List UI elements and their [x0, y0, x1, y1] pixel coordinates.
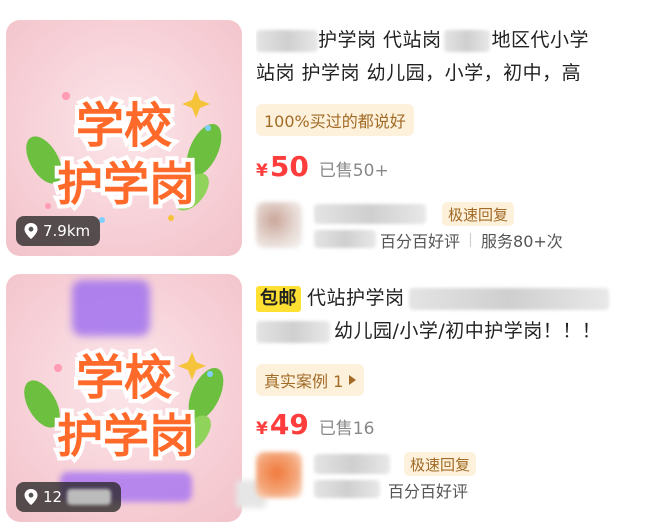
distance-badge: 7.9km	[16, 216, 101, 246]
seller-sub-redacted	[314, 480, 380, 498]
play-triangle-icon	[349, 375, 357, 385]
seller-meta: 百分百好评	[388, 482, 469, 501]
seller-row[interactable]: 极速回复 百分百好评 服务80+次	[256, 202, 656, 252]
redacted-text	[408, 287, 609, 310]
price-row: ¥49 已售16	[256, 408, 374, 441]
seller-row[interactable]: 极速回复 百分百好评	[256, 452, 656, 502]
review-tag: 100%买过的都说好	[256, 104, 414, 136]
sold-count: 已售50+	[318, 161, 389, 181]
fast-reply-badge: 极速回复	[404, 452, 477, 476]
redacted-text	[443, 29, 490, 52]
listing-card[interactable]: 学校 护学岗 12 包邮 代站护学岗 幼儿园/小学/初中护学岗！！！ 真实案例 1…	[0, 268, 660, 525]
redacted-text	[256, 29, 318, 52]
listing-thumbnail[interactable]: 学校 护学岗 7.9km	[6, 20, 242, 256]
listing-title[interactable]: 护学岗 代站岗 地区代小学 站岗 护学岗 幼儿园，小学，初中，高	[256, 24, 652, 90]
sold-count: 已售16	[318, 419, 375, 439]
svg-text:护学岗: 护学岗	[57, 157, 195, 211]
listing-thumbnail[interactable]: 学校 护学岗 12	[6, 274, 242, 522]
svg-text:护学岗: 护学岗	[57, 409, 195, 463]
listing-card[interactable]: 学校 护学岗 7.9km 护学岗 代站岗 地区代小学 站岗 护学岗 幼儿园，小学，…	[0, 0, 660, 262]
distance-text: 7.9km	[43, 222, 91, 240]
listing-title[interactable]: 包邮 代站护学岗 幼儿园/小学/初中护学岗！！！	[256, 282, 652, 348]
seller-sub-redacted	[314, 230, 376, 248]
case-study-tag[interactable]: 真实案例 1	[256, 364, 365, 396]
price: ¥50	[256, 150, 309, 183]
fast-reply-badge: 极速回复	[442, 202, 515, 226]
seller-name-redacted	[314, 204, 426, 224]
location-pin-icon	[24, 489, 38, 505]
price: ¥49	[256, 408, 309, 441]
redacted-text	[256, 320, 330, 343]
svg-text:学校: 学校	[76, 98, 172, 154]
price-row: ¥50 已售50+	[256, 150, 389, 183]
distance-badge: 12	[16, 482, 122, 512]
divider	[470, 233, 472, 247]
seller-avatar[interactable]	[256, 452, 302, 498]
svg-text:学校: 学校	[76, 350, 172, 406]
location-pin-icon	[24, 223, 38, 239]
redacted-text	[67, 489, 112, 505]
seller-meta: 百分百好评 服务80+次	[380, 232, 563, 251]
seller-avatar[interactable]	[256, 202, 302, 248]
seller-name-redacted	[314, 454, 390, 474]
free-shipping-tag: 包邮	[256, 286, 301, 312]
distance-text: 12	[43, 488, 63, 506]
